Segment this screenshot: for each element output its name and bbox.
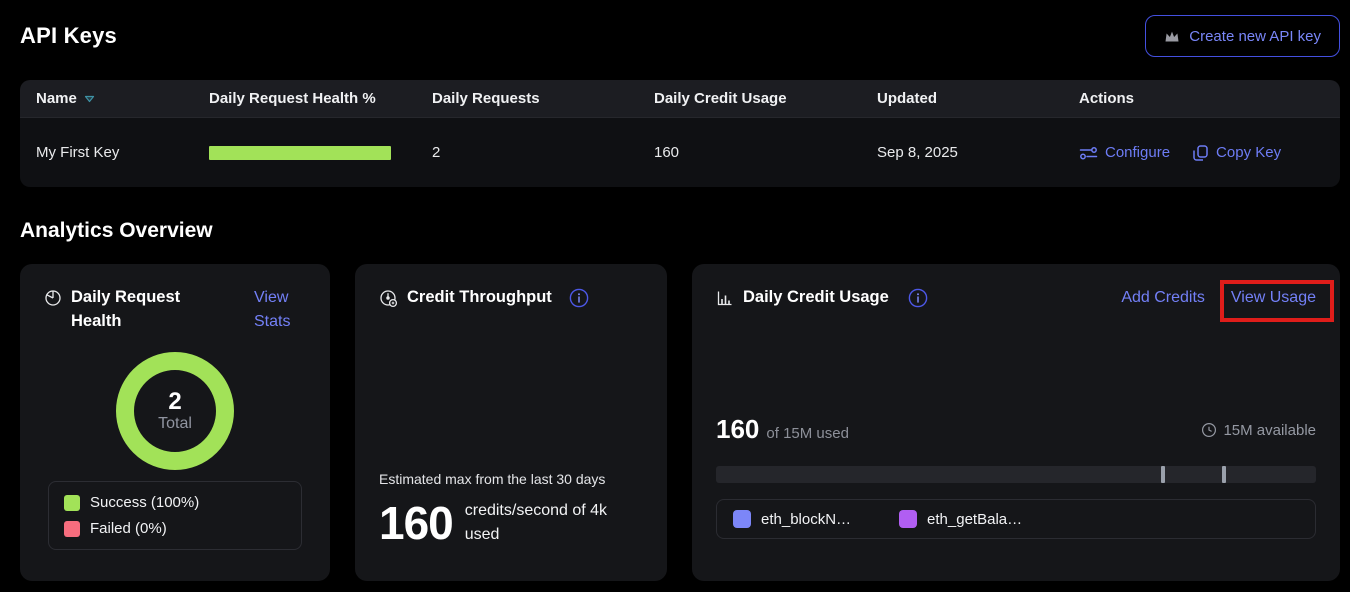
create-api-key-button[interactable]: Create new API key (1145, 15, 1340, 57)
health-card-title: Daily Request Health (71, 286, 189, 334)
view-usage-link[interactable]: View Usage (1231, 286, 1316, 310)
throughput-value-row: 160 credits/second of 4k used (379, 499, 643, 547)
info-icon[interactable] (908, 288, 928, 308)
donut-total-label: Total (158, 415, 192, 433)
throughput-card-header: Credit Throughput (379, 286, 643, 310)
eth-getbalance-label: eth_getBala… (927, 511, 1022, 528)
view-stats-link[interactable]: View Stats (254, 286, 306, 334)
daily-request-health-card: Daily Request Health View Stats 2 Total … (20, 264, 330, 581)
sliders-icon (1079, 145, 1098, 161)
daily-credit-usage-cell: 160 (654, 144, 877, 161)
key-name-cell: My First Key (20, 144, 209, 161)
credits-used-suffix: of 15M used (766, 425, 849, 442)
usage-progress-bar (716, 466, 1316, 483)
daily-credit-usage-card: Daily Credit Usage Add Credits View Usag… (692, 264, 1340, 581)
actions-cell: Configure Copy Key (1079, 144, 1340, 162)
success-label: Success (100%) (90, 494, 199, 511)
throughput-value: 160 (379, 500, 453, 546)
usage-card-links: Add Credits View Usage (1121, 286, 1316, 310)
throughput-unit: credits/second of 4k used (465, 499, 643, 547)
health-bar-cell (209, 146, 432, 160)
gauge-icon (379, 289, 398, 308)
column-header-actions: Actions (1079, 90, 1340, 107)
credits-used-value: 160 (716, 414, 759, 445)
table-header-row: Name Daily Request Health % Daily Reques… (20, 80, 1340, 117)
legend-item-failed: Failed (0%) (64, 520, 286, 537)
usage-stats-row: 160 of 15M used 15M available (716, 414, 1316, 445)
bar-threshold-tick (1161, 466, 1165, 483)
copy-key-button[interactable]: Copy Key (1192, 144, 1281, 162)
create-api-key-label: Create new API key (1189, 28, 1321, 45)
column-header-updated: Updated (877, 90, 1079, 107)
throughput-note: Estimated max from the last 30 days (379, 471, 643, 487)
eth-blocknumber-swatch (733, 510, 751, 528)
legend-item-eth-blocknumber: eth_blockN… (733, 510, 851, 528)
column-header-credit-usage: Daily Credit Usage (654, 90, 877, 107)
api-keys-table: Name Daily Request Health % Daily Reques… (20, 80, 1340, 187)
column-header-health: Daily Request Health % (209, 90, 432, 107)
legend-item-eth-getbalance: eth_getBala… (899, 510, 1022, 528)
health-donut-chart: 2 Total (116, 352, 234, 470)
eth-getbalance-swatch (899, 510, 917, 528)
health-legend: Success (100%) Failed (0%) (48, 481, 302, 550)
clock-icon (1201, 422, 1217, 438)
donut-total-value: 2 (168, 389, 181, 415)
throughput-stats: Estimated max from the last 30 days 160 … (379, 471, 643, 559)
credit-throughput-card: Credit Throughput Estimated max from the… (355, 264, 667, 581)
usage-card-header: Daily Credit Usage Add Credits View Usag… (716, 286, 1316, 310)
updated-cell: Sep 8, 2025 (877, 144, 1079, 161)
crown-icon (1164, 29, 1180, 43)
dashboard-page: API Keys Create new API key Name Daily R… (0, 0, 1350, 592)
throughput-card-title: Credit Throughput (407, 286, 552, 310)
column-header-name[interactable]: Name (20, 90, 209, 107)
daily-requests-cell: 2 (432, 144, 654, 161)
credits-available: 15M available (1201, 422, 1316, 439)
analytics-overview-title: Analytics Overview (20, 219, 1350, 243)
usage-card-title: Daily Credit Usage (743, 286, 889, 310)
success-swatch (64, 495, 80, 511)
configure-label: Configure (1105, 144, 1170, 161)
health-bar-track (209, 146, 391, 160)
usage-legend: eth_blockN… eth_getBala… (716, 499, 1316, 539)
page-title: API Keys (20, 23, 117, 49)
health-bar-fill (209, 146, 391, 160)
bar-threshold-tick (1222, 466, 1226, 483)
column-header-name-label: Name (36, 90, 77, 107)
add-credits-link[interactable]: Add Credits (1121, 286, 1205, 310)
copy-key-label: Copy Key (1216, 144, 1281, 161)
analytics-cards: Daily Request Health View Stats 2 Total … (20, 264, 1340, 581)
info-icon[interactable] (569, 288, 589, 308)
failed-label: Failed (0%) (90, 520, 167, 537)
bar-chart-icon (716, 289, 734, 307)
sort-desc-icon[interactable] (84, 95, 95, 103)
configure-button[interactable]: Configure (1079, 144, 1170, 161)
table-row: My First Key 2 160 Sep 8, 2025 Conf (20, 117, 1340, 187)
legend-item-success: Success (100%) (64, 494, 286, 511)
failed-swatch (64, 521, 80, 537)
column-header-requests: Daily Requests (432, 90, 654, 107)
pie-chart-icon (44, 289, 62, 307)
credits-available-label: 15M available (1223, 422, 1316, 439)
health-card-header: Daily Request Health View Stats (44, 286, 306, 334)
api-keys-header: API Keys Create new API key (20, 14, 1340, 58)
copy-icon (1192, 144, 1209, 162)
eth-blocknumber-label: eth_blockN… (761, 511, 851, 528)
